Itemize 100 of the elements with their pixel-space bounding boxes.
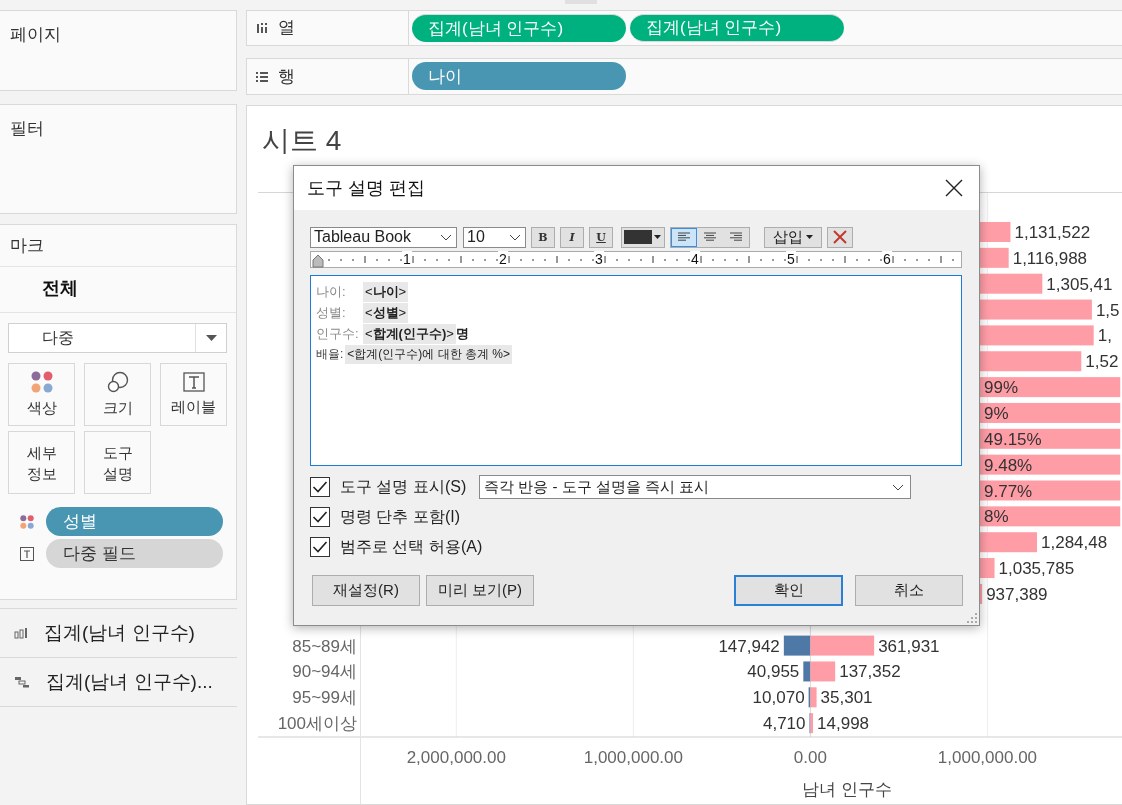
value-label: 1,	[1097, 326, 1112, 346]
dialog-button[interactable]: 재설정(R)	[312, 575, 420, 606]
checkbox-label: 명령 단추 포함(I)	[340, 506, 460, 527]
align-button[interactable]	[671, 227, 697, 247]
row-label: 100세이상	[277, 714, 357, 734]
dialog-button[interactable]: 확인	[734, 575, 843, 606]
dialog-button[interactable]: 취소	[855, 575, 963, 606]
pages-title: 페이지	[10, 25, 61, 44]
value-label: 40,955	[747, 662, 800, 682]
align-left-icon	[678, 232, 690, 242]
x-icon	[833, 230, 847, 244]
value-label: 1,116,988	[1012, 248, 1088, 268]
value-label: 1,52	[1085, 352, 1119, 372]
close-icon[interactable]	[945, 179, 963, 197]
checkbox[interactable]	[310, 537, 330, 557]
value-label: 10,070	[752, 688, 805, 708]
axis-tick-label: 1,000,000.00	[937, 748, 1038, 767]
shelf-label: 행	[278, 65, 295, 88]
mark-button[interactable]: 레이블	[160, 363, 227, 426]
axis-tick-label: 2,000,000.00	[406, 748, 506, 767]
color-swatch	[624, 230, 652, 244]
ruler-number: 5	[786, 251, 796, 267]
percent-label: 9%	[984, 403, 1009, 423]
resize-grip-icon[interactable]	[967, 613, 977, 623]
measure-item[interactable]: 집계(남녀 인구수)...	[46, 669, 213, 695]
tooltip-mode-dropdown[interactable]: 즉각 반응 - 도구 설명을 즉시 표시	[479, 475, 912, 499]
percent-label: 8%	[984, 507, 1009, 527]
text-label-icon	[20, 546, 34, 561]
tooltip-label: 성별:	[316, 303, 347, 322]
mark-button[interactable]: 색상	[8, 363, 75, 426]
clear-button[interactable]	[827, 226, 853, 248]
caret-icon	[206, 335, 217, 341]
columns-icon	[256, 21, 268, 34]
color-dots-icon	[30, 371, 53, 393]
value-label: 35,301	[820, 688, 873, 708]
tooltip-label: 나이:	[316, 282, 347, 301]
mark-button[interactable]: 크기	[84, 363, 151, 426]
font-dropdown[interactable]: Tableau Book	[310, 226, 457, 248]
align-center-icon	[704, 232, 716, 242]
shelf-label: 열	[278, 17, 295, 40]
value-label: 361,931	[878, 636, 940, 656]
value-label: 4,710	[762, 714, 806, 734]
mark-button[interactable]: 도구 설명	[84, 431, 151, 494]
format-button[interactable]: I	[560, 226, 584, 248]
field-token: <나이>	[363, 281, 409, 302]
ruler-number: 1	[402, 251, 412, 267]
size-circles-icon	[106, 371, 129, 393]
ruler-number: 4	[690, 251, 700, 267]
value-label: 1,035,785	[998, 559, 1075, 579]
checkbox-label: 도구 설명 표시(S)	[340, 476, 467, 497]
ruler-number: 6	[882, 251, 892, 267]
font-size-dropdown[interactable]: 10	[463, 226, 526, 248]
tooltip-label: 배율:	[316, 346, 344, 363]
field-token: <성별>	[363, 302, 409, 323]
measure-item[interactable]: 집계(남녀 인구수)	[44, 620, 195, 646]
mark-type-dropdown[interactable]: 다중	[8, 323, 227, 353]
percent-label: 99%	[984, 378, 1019, 398]
tooltip-editor[interactable]: 나이: <나이> 성별: <성별> 인구수: <합계(인구수)>명 배율: <합계(인구수)에 대한 총계 %>	[310, 275, 962, 466]
gantt-bars-icon	[14, 676, 30, 688]
field-token: <합계(인구수)>	[363, 323, 456, 344]
tooltip-suffix: 명	[455, 324, 469, 343]
dialog-button[interactable]: 미리 보기(P)	[426, 575, 534, 606]
percent-label: 9.48%	[984, 455, 1033, 475]
mark-button[interactable]: 세부 정보	[8, 431, 75, 494]
marks-title: 마크	[10, 236, 44, 255]
format-button[interactable]: U	[589, 226, 613, 248]
dialog-title: 도구 설명 편집	[307, 177, 425, 200]
value-label: 137,352	[839, 662, 901, 682]
percent-label: 9.77%	[984, 481, 1033, 501]
ruler-number: 3	[594, 251, 604, 267]
row-label: 85~89세	[292, 636, 357, 656]
axis-title: 남녀 인구수	[802, 780, 892, 799]
value-label: 937,389	[986, 584, 1048, 604]
value-label: 14,998	[817, 714, 870, 734]
checkbox[interactable]	[310, 507, 330, 527]
field-token: <합계(인구수)에 대한 총계 %>	[345, 345, 513, 364]
ruler-number: 2	[498, 251, 508, 267]
indent-marker[interactable]	[312, 254, 324, 268]
format-button[interactable]: B	[531, 226, 555, 248]
color-picker[interactable]	[621, 226, 665, 248]
checkbox-label: 범주로 선택 허용(A)	[340, 536, 483, 557]
axis-tick-label: 1,000,000.00	[583, 748, 683, 767]
percent-label: 49.15%	[984, 429, 1042, 449]
marks-scope[interactable]: 전체	[42, 278, 78, 298]
value-label: 147,942	[718, 636, 780, 656]
chevron-icon	[440, 233, 452, 241]
filters-title: 필터	[10, 119, 44, 138]
mark-field-pill[interactable]: 다중 필드	[46, 539, 223, 568]
axis-tick-label: 0.00	[793, 748, 827, 767]
value-label: 1,305,41	[1046, 274, 1113, 294]
chevron-icon	[509, 233, 521, 241]
caret-icon	[654, 235, 661, 239]
bar-chart-icon	[14, 627, 28, 639]
checkbox[interactable]	[310, 477, 330, 497]
caret-icon	[806, 235, 813, 239]
align-right-icon	[730, 232, 742, 242]
chevron-icon	[892, 483, 905, 491]
row-label: 90~94세	[292, 662, 357, 682]
tooltip-label: 인구수:	[316, 324, 360, 343]
insert-button[interactable]: 삽입	[764, 226, 822, 248]
